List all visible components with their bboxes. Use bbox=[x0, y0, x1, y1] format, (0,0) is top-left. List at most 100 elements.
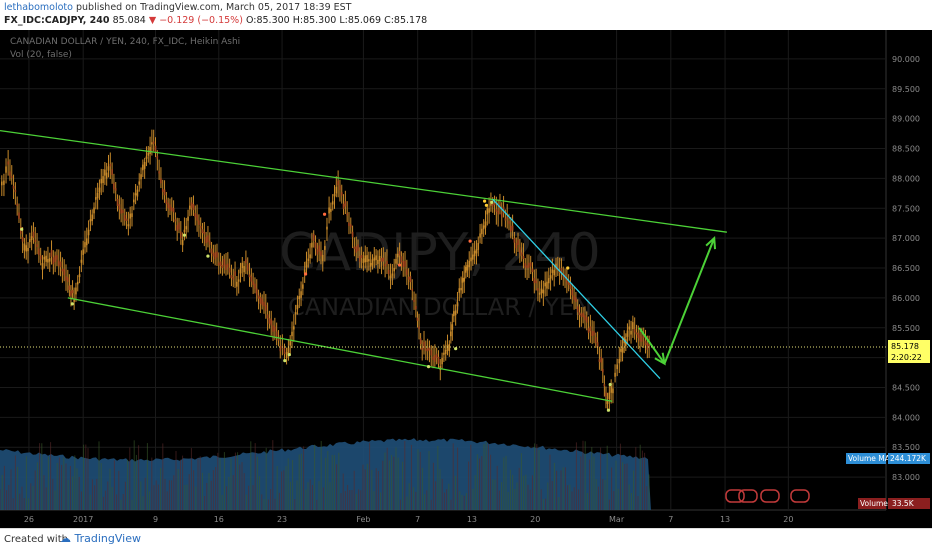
candle-body bbox=[344, 201, 347, 207]
signal-dot bbox=[454, 347, 458, 351]
signal-dot bbox=[484, 203, 488, 207]
candle-body bbox=[522, 256, 525, 259]
candle-body bbox=[366, 255, 368, 262]
candle-body bbox=[73, 299, 75, 302]
candle-body bbox=[259, 296, 262, 304]
candle-body bbox=[187, 216, 189, 221]
candle-body bbox=[378, 255, 381, 262]
candle-body bbox=[172, 208, 175, 213]
candle-body bbox=[287, 347, 290, 354]
candle-body bbox=[538, 292, 541, 295]
candle-body bbox=[342, 203, 345, 209]
candle-body bbox=[309, 254, 311, 259]
candle-body bbox=[633, 328, 636, 333]
candle-body bbox=[300, 291, 302, 298]
candle-body bbox=[551, 269, 554, 273]
signal-dot bbox=[206, 254, 210, 258]
candle-body bbox=[547, 278, 550, 284]
candle-body bbox=[591, 330, 593, 336]
candle-body bbox=[61, 268, 64, 272]
candle-body bbox=[152, 141, 155, 144]
candle-body bbox=[340, 192, 343, 196]
candle-body bbox=[10, 175, 13, 178]
signal-dot bbox=[608, 382, 612, 387]
candle-body bbox=[529, 262, 532, 267]
candle-body bbox=[434, 355, 436, 362]
candle-body bbox=[302, 284, 304, 289]
footer-bar: Created with ☁ TradingView bbox=[0, 528, 932, 551]
candle-body bbox=[205, 236, 207, 244]
candle-body bbox=[635, 332, 638, 335]
chart-subtitle: Vol (20, false) bbox=[10, 50, 72, 60]
candle-body bbox=[466, 264, 469, 271]
candle-body bbox=[437, 356, 440, 364]
price-chart[interactable]: 83.00083.50084.00084.50085.00085.50086.0… bbox=[0, 30, 932, 528]
candle-body bbox=[261, 298, 263, 306]
candle-body bbox=[508, 221, 510, 224]
candle-body bbox=[293, 326, 295, 330]
candle-body bbox=[185, 226, 188, 230]
candle-body bbox=[454, 310, 457, 316]
candle-body bbox=[578, 312, 581, 316]
candle-body bbox=[43, 256, 46, 260]
candle-body bbox=[470, 257, 472, 262]
ohlc-values: O:85.300 H:85.300 L:85.069 C:85.178 bbox=[245, 15, 428, 26]
candle-body bbox=[504, 218, 507, 221]
brand-text: TradingView bbox=[74, 532, 141, 545]
candle-body bbox=[333, 193, 336, 197]
header-bar: lethabomoloto published on TradingView.c… bbox=[0, 0, 932, 30]
tradingview-logo[interactable]: ☁ TradingView bbox=[60, 532, 141, 545]
candle-body bbox=[283, 348, 286, 355]
candle-body bbox=[421, 347, 424, 351]
candle-body bbox=[131, 213, 133, 217]
signal-dot bbox=[182, 233, 187, 237]
signal-dot bbox=[490, 200, 494, 204]
x-tick-label: 9 bbox=[153, 515, 158, 524]
candle-body bbox=[111, 169, 113, 175]
candle-body bbox=[398, 251, 401, 256]
author-link[interactable]: lethabomoloto bbox=[4, 2, 73, 13]
last-price: 85.084 bbox=[112, 15, 146, 26]
candle-body bbox=[289, 340, 292, 346]
candle-body bbox=[21, 237, 24, 242]
candle-body bbox=[246, 263, 249, 271]
candle-body bbox=[154, 145, 157, 153]
candle-body bbox=[351, 231, 354, 238]
candle-body bbox=[25, 245, 28, 252]
candle-body bbox=[409, 276, 412, 283]
candle-body bbox=[89, 219, 92, 222]
y-tick-label: 90.000 bbox=[892, 55, 920, 64]
candle-body bbox=[549, 275, 552, 279]
candle-body bbox=[479, 233, 481, 238]
candle-body bbox=[328, 207, 330, 214]
candle-body bbox=[169, 204, 171, 211]
candle-body bbox=[618, 358, 621, 364]
published-text: published on TradingView.com, March 05, … bbox=[75, 2, 352, 13]
x-tick-label: 13 bbox=[720, 515, 730, 524]
x-tick-label: Mar bbox=[609, 515, 625, 524]
candle-body bbox=[520, 252, 523, 256]
candle-body bbox=[120, 208, 122, 214]
candle-body bbox=[29, 239, 31, 243]
candle-body bbox=[404, 260, 406, 267]
signal-dot bbox=[322, 212, 327, 216]
candle-body bbox=[461, 278, 464, 283]
candle-body bbox=[189, 205, 191, 210]
signal-dot bbox=[482, 199, 487, 203]
candle-body bbox=[65, 276, 67, 281]
price-change: −0.129 (−0.15%) bbox=[159, 15, 243, 26]
candle-body bbox=[348, 222, 350, 226]
volume-label: Volume bbox=[860, 499, 888, 508]
candle-body bbox=[380, 258, 383, 262]
candle-body bbox=[396, 253, 399, 258]
candle-body bbox=[96, 192, 99, 199]
candle-body bbox=[533, 277, 536, 284]
candle-body bbox=[248, 274, 251, 278]
candle-body bbox=[419, 338, 422, 345]
candle-body bbox=[519, 247, 521, 253]
candle-body bbox=[237, 279, 240, 282]
candle-body bbox=[207, 235, 209, 243]
candle-body bbox=[511, 225, 514, 231]
candle-body bbox=[210, 248, 213, 254]
candle-body bbox=[360, 254, 363, 258]
